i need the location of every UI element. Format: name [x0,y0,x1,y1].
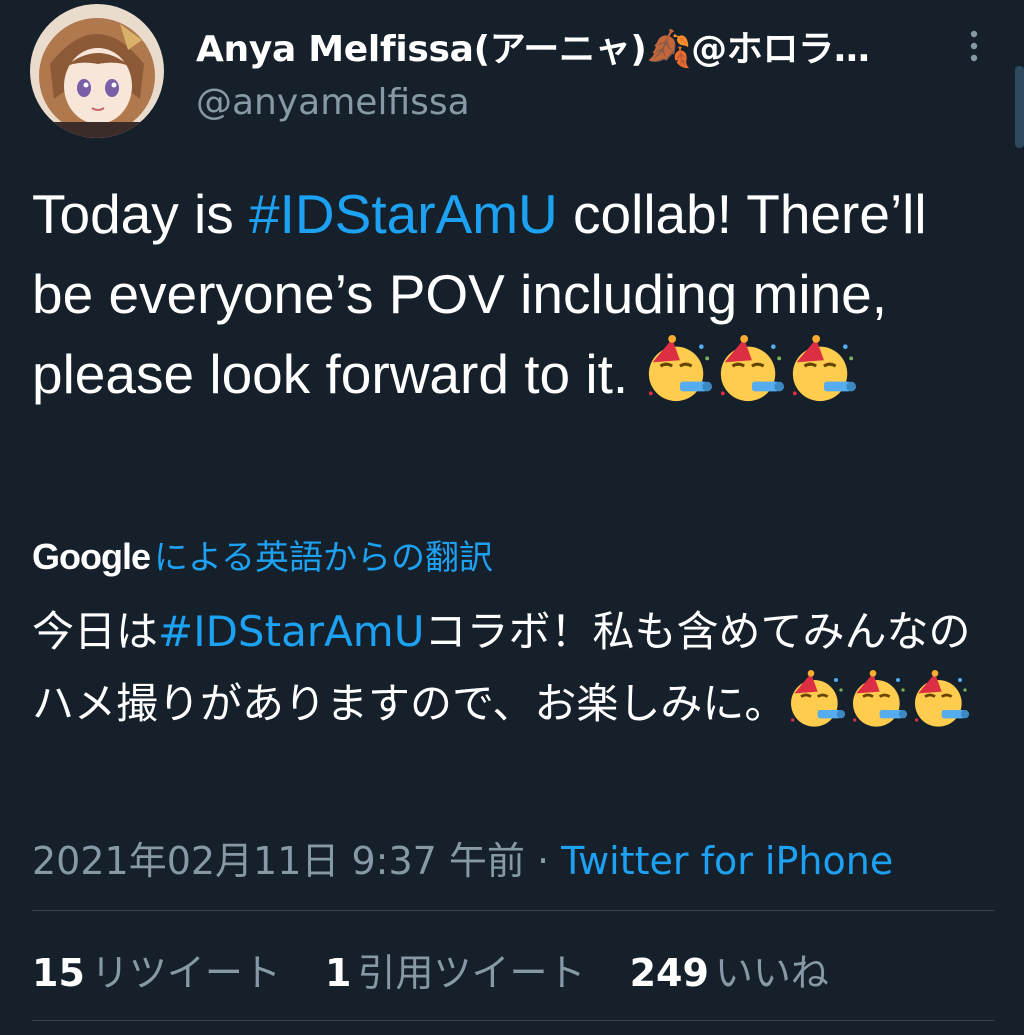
partying-face-emoji [643,335,713,405]
divider [32,1020,994,1021]
divider [32,910,994,911]
engagement-stats: 15 リツイート 1 引用ツイート 249 いいね [32,942,861,997]
source-link[interactable]: Twitter for iPhone [561,839,893,883]
likes-stat[interactable]: 249 いいね [630,951,829,995]
quote-tweets-stat[interactable]: 1 引用ツイート [325,951,585,995]
translated-text: 今日は#IDStarAmUコラボ！私も含めてみんなのハメ撮りがありますので、お楽… [32,596,992,740]
likes-count: 249 [629,951,709,995]
tweet-meta: 2021年02月11日 9:37 午前 · Twitter for iPhone [32,830,893,885]
retweets-label: リツイート [90,951,281,995]
translation-source-link[interactable]: による英語からの翻訳 [154,538,493,578]
meta-separator: · [524,839,562,883]
partying-face-emoji [848,670,908,730]
author-handle[interactable]: @anyamelfissa [196,82,470,123]
partying-face-emoji [910,670,970,730]
more-options-icon[interactable] [962,26,986,66]
hashtag-link[interactable]: #IDStarAmU [249,183,558,245]
timestamp[interactable]: 2021年02月11日 9:37 午前 [32,839,525,883]
quotes-label: 引用ツイート [357,951,586,995]
retweets-stat[interactable]: 15 リツイート [32,951,281,995]
likes-label: いいね [714,951,829,995]
google-logo: Google [32,536,151,577]
partying-face-emoji [786,670,846,730]
tweet-text: Today is #IDStarAmU collab! There’ll be … [32,174,992,414]
translated-text-part: 今日は [32,607,159,656]
tweet-detail: Anya Melfissa(アーニャ)🍂@ホロラ… @anyamelfissa … [0,0,1024,1035]
quotes-count: 1 [325,951,352,995]
tweet-text-part: Today is [32,183,250,245]
hashtag-link[interactable]: #IDStarAmU [158,607,424,656]
author-display-name[interactable]: Anya Melfissa(アーニャ)🍂@ホロラ… [196,20,870,72]
retweets-count: 15 [32,951,85,995]
avatar-image [30,4,164,138]
partying-face-emoji [715,335,785,405]
avatar[interactable] [30,4,164,138]
partying-face-emoji [787,335,857,405]
scroll-indicator[interactable] [1015,66,1024,148]
translation-header: Google による英語からの翻訳 [32,530,493,579]
